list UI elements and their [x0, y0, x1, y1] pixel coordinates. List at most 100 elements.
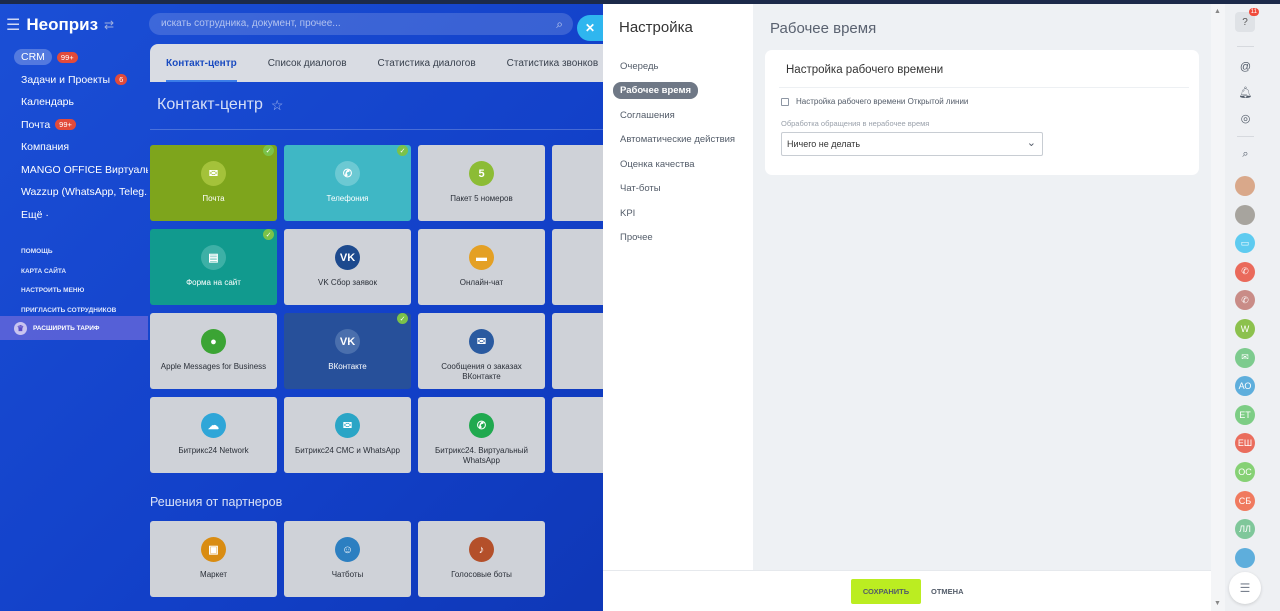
configure-menu-link[interactable]: НАСТРОИТЬ МЕНЮ	[0, 281, 148, 301]
et-avatar[interactable]: ЕТ	[1235, 404, 1255, 425]
work-time-checkbox-label[interactable]: Настройка рабочего времени Открытой лини…	[796, 97, 968, 106]
mention-icon[interactable]: @	[1237, 58, 1254, 75]
save-button[interactable]: СОХРАНИТЬ	[851, 579, 921, 604]
tab-dialog-list[interactable]: Список диалогов	[268, 44, 347, 82]
contact-search-icon[interactable]: ◎	[1237, 110, 1254, 127]
slider-scrollbar[interactable]: ▲ ▼	[1211, 4, 1225, 611]
apple-messages-icon: ●	[201, 329, 226, 354]
settings-menu-item[interactable]: Соглашения	[613, 103, 753, 128]
page-title-text: Контакт-центр	[157, 96, 263, 113]
partner-tile[interactable]: ♪ Голосовые боты	[418, 521, 545, 597]
rail-menu-icon[interactable]: ☰	[1229, 572, 1261, 604]
settings-menu-item[interactable]: Чат-боты	[613, 177, 753, 202]
connector-tile[interactable]: VK ВКонтакте ✓	[284, 313, 411, 389]
settings-menu-item[interactable]: Рабочее время	[613, 79, 753, 104]
off-hours-field-label: Обработка обращения в нерабочее время	[781, 119, 930, 128]
tab-call-stats[interactable]: Статистика звонков	[507, 44, 599, 82]
chat-avatar[interactable]: ▭	[1235, 233, 1255, 254]
voice-bot-icon: ♪	[469, 537, 494, 562]
connector-tile[interactable]: ✆ Телефония ✓	[284, 145, 411, 221]
tab-contact-center[interactable]: Контакт-центр	[166, 44, 237, 82]
settings-menu-item[interactable]: Оценка качества	[613, 152, 753, 177]
sitemap-link[interactable]: КАРТА САЙТА	[0, 262, 148, 282]
connector-tile[interactable]: VK VK Сбор заявок	[284, 229, 411, 305]
phone-icon: ✆	[335, 161, 360, 186]
sidebar-item-company[interactable]: Компания	[0, 136, 148, 159]
off-hours-select-value: Ничего не делать	[787, 139, 861, 149]
market-icon: ▣	[201, 537, 226, 562]
connector-tile[interactable]: ▬ Онлайн-чат	[418, 229, 545, 305]
connected-check-icon: ✓	[263, 229, 274, 240]
phone-avatar-2[interactable]: ✆	[1235, 290, 1255, 311]
settings-menu-item[interactable]: KPI	[613, 201, 753, 226]
connector-tile-label: Почта	[202, 194, 225, 203]
help-link[interactable]: ПОМОЩЬ	[0, 242, 148, 262]
connected-check-icon: ✓	[397, 313, 408, 324]
contact-center-tabs: Контакт-центр Список диалогов Статистика…	[150, 44, 610, 82]
partner-tile[interactable]: ▣ Маркет	[150, 521, 277, 597]
menu-burger-icon[interactable]: ☰	[6, 15, 20, 35]
crown-icon: ♛	[14, 321, 27, 335]
partners-section-title: Решения от партнеров	[150, 495, 283, 509]
ll-avatar[interactable]: ЛЛ	[1235, 519, 1255, 540]
work-time-checkbox[interactable]	[781, 97, 789, 106]
sidebar-item-label: Календарь	[21, 96, 74, 109]
scroll-down-arrow-icon[interactable]: ▼	[1214, 600, 1221, 607]
os-avatar[interactable]: ОС	[1235, 462, 1255, 482]
connector-tile[interactable]: ✉ Сообщения о заказах ВКонтакте	[418, 313, 545, 389]
upgrade-plan-button[interactable]: ♛ РАСШИРИТЬ ТАРИФ	[0, 316, 148, 340]
sidebar-item-label: Компания	[21, 141, 70, 154]
sb-avatar[interactable]: СБ	[1235, 490, 1255, 511]
sidebar-item-wazzup[interactable]: Wazzup (WhatsApp, Teleg...	[0, 181, 148, 204]
settings-menu-item[interactable]: Автоматические действия	[613, 128, 753, 153]
esh-avatar[interactable]: ЕШ	[1235, 433, 1255, 454]
connector-tile[interactable]: 5 Пакет 5 номеров	[418, 145, 545, 221]
avatar-photo-2[interactable]	[1235, 204, 1255, 225]
search-input[interactable]: искать сотрудника, документ, прочее... ⌕	[149, 13, 573, 35]
help-question-icon[interactable]: ? 11	[1235, 8, 1259, 32]
connector-tile[interactable]: ▤ Форма на сайт ✓	[150, 229, 277, 305]
phone-avatar-1[interactable]: ✆	[1235, 261, 1255, 282]
bell-icon[interactable]: 🔔︎	[1237, 84, 1254, 101]
settings-menu-item-label: Автоматические действия	[620, 134, 736, 146]
sms-icon: ✉	[335, 413, 360, 438]
cancel-button[interactable]: ОТМЕНА	[931, 579, 964, 604]
search-icon[interactable]: ⌕	[1237, 146, 1254, 163]
sidebar-item-crm[interactable]: CRM 99+	[0, 46, 148, 69]
ao-avatar[interactable]: АО	[1235, 376, 1255, 397]
connector-tile[interactable]: ● Apple Messages for Business	[150, 313, 277, 389]
scroll-up-arrow-icon[interactable]: ▲	[1214, 8, 1221, 15]
portal-logo[interactable]: Неоприз	[26, 15, 98, 35]
settings-menu-item[interactable]: Очередь	[613, 54, 753, 79]
vk-icon: VK	[335, 329, 360, 354]
sidebar-item-mango[interactable]: MANGO OFFICE Виртуаль...	[0, 159, 148, 182]
sidebar-item-more[interactable]: Ещё ·	[0, 204, 148, 227]
search-icon[interactable]: ⌕	[556, 17, 563, 32]
sidebar-item-tasks[interactable]: Задачи и Проекты 6	[0, 69, 148, 92]
connector-tile[interactable]: ✉ Почта ✓	[150, 145, 277, 221]
sidebar-item-mail[interactable]: Почта 99+	[0, 114, 148, 137]
partner-tile-label: Маркет	[199, 570, 228, 579]
settings-menu-item-label: Соглашения	[620, 109, 675, 121]
switch-icon[interactable]: ⇄	[104, 18, 114, 32]
off-hours-select[interactable]: Ничего не делать ⌄	[781, 132, 1043, 156]
rail-divider	[1237, 46, 1254, 47]
partner-tile[interactable]: ☺ Чатботы	[284, 521, 411, 597]
avatar-photo-1[interactable]	[1235, 176, 1255, 196]
connector-tile-label: Сообщения о заказах ВКонтакте	[441, 362, 522, 381]
sidebar-item-label: Почта	[21, 118, 51, 131]
counter-badge: 99+	[55, 119, 76, 131]
connector-tile[interactable]: ✆ Битрикс24. Виртуальный WhatsApp	[418, 397, 545, 473]
w-avatar[interactable]: W	[1235, 319, 1255, 339]
settings-menu-item[interactable]: Прочее	[613, 226, 753, 251]
tab-dialog-stats[interactable]: Статистика диалогов	[378, 44, 476, 82]
mail-avatar[interactable]: ✉	[1235, 347, 1255, 368]
sidebar-item-label: Задачи и Проекты	[21, 73, 111, 86]
work-time-checkbox-row[interactable]: Настройка рабочего времени Открытой лини…	[781, 97, 968, 106]
close-slider-button[interactable]: ✕	[577, 15, 603, 41]
partial-avatar[interactable]	[1235, 547, 1255, 568]
connector-tile[interactable]: ☁ Битрикс24 Network	[150, 397, 277, 473]
sidebar-item-calendar[interactable]: Календарь	[0, 91, 148, 114]
favorite-star-icon[interactable]: ☆	[271, 97, 284, 114]
connector-tile[interactable]: ✉ Битрикс24 СМС и WhatsApp	[284, 397, 411, 473]
